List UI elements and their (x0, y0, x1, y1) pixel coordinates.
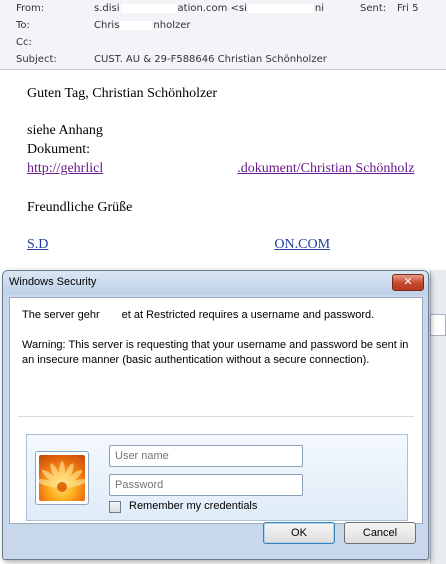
background-search-box (430, 314, 446, 336)
redaction (247, 3, 314, 13)
cancel-button[interactable]: Cancel (344, 522, 416, 544)
flower-graphic (39, 461, 85, 492)
sent-value: Fri 5 (397, 3, 419, 14)
server-message: The server gehr et at Restricted requires… (22, 308, 374, 323)
to-value[interactable]: Chris nholzer (94, 17, 191, 34)
from-value-part: ni (314, 3, 325, 14)
server-message-part: The server gehr (22, 309, 100, 321)
email-header: From: s.disi ation.com <si ni Sent: Fri 5 … (0, 0, 446, 70)
remember-label[interactable]: Remember my credentials (129, 500, 257, 512)
close-button[interactable]: ✕ (392, 274, 424, 291)
from-row: From: s.disi ation.com <si ni Sent: Fri 5 (0, 0, 446, 17)
signature-link[interactable]: S.D ON.COM (27, 237, 330, 253)
redaction (120, 20, 153, 30)
server-message-part: et at Restricted requires a username and… (121, 309, 375, 321)
body-line-document: Dokument: (27, 142, 90, 157)
subject-label: Subject: (16, 54, 57, 65)
subject-row: Subject: CUST. AU & 29-F588646 Christian… (0, 51, 446, 68)
to-value-part: Chris (94, 20, 120, 31)
to-value-part: nholzer (153, 20, 191, 31)
dialog-title: Windows Security (9, 276, 97, 288)
from-value[interactable]: s.disi ation.com <si ni (94, 0, 324, 17)
signature-link-part[interactable]: ON.COM (274, 237, 330, 252)
warning-message: Warning: This server is requesting that … (22, 339, 409, 366)
remember-checkbox[interactable] (109, 501, 121, 513)
from-value-part: ation.com <si (177, 3, 247, 14)
to-label: To: (16, 20, 30, 31)
body-line-attachment: siehe Anhang (27, 123, 103, 138)
ok-button[interactable]: OK (263, 522, 335, 544)
document-link-part[interactable]: http://gehrlicl (27, 161, 103, 176)
cc-row: Cc: (0, 34, 446, 51)
windows-security-dialog: Windows Security ✕ The server gehr et at … (2, 270, 429, 560)
close-icon: ✕ (403, 275, 413, 288)
flower-user-icon (35, 451, 89, 505)
credential-panel: Remember my credentials (26, 434, 408, 521)
closing: Freundliche Grüße (27, 200, 133, 215)
dialog-content: The server gehr et at Restricted requires… (9, 297, 423, 524)
password-input[interactable] (109, 474, 303, 496)
email-body: Guten Tag, Christian Schönholzer siehe A… (0, 70, 446, 270)
cc-label: Cc: (16, 37, 32, 48)
from-label: From: (16, 3, 45, 14)
avatar-image (39, 455, 85, 501)
redaction (120, 3, 177, 13)
sent-label: Sent: (360, 3, 387, 14)
greeting: Guten Tag, Christian Schönholzer (27, 86, 218, 101)
to-row: To: Chris nholzer (0, 17, 446, 34)
dialog-titlebar[interactable]: Windows Security ✕ (3, 271, 428, 295)
signature-link-part[interactable]: S.D (27, 237, 48, 252)
document-link[interactable]: http://gehrlicl .dokument/Christian Schön… (27, 161, 415, 177)
from-value-part: s.disi (94, 3, 120, 14)
document-link-part[interactable]: .dokument/Christian Schönholz (237, 161, 414, 176)
subject-value: CUST. AU & 29-F588646 Christian Schönhol… (94, 54, 327, 65)
divider (18, 416, 414, 417)
username-input[interactable] (109, 445, 303, 467)
